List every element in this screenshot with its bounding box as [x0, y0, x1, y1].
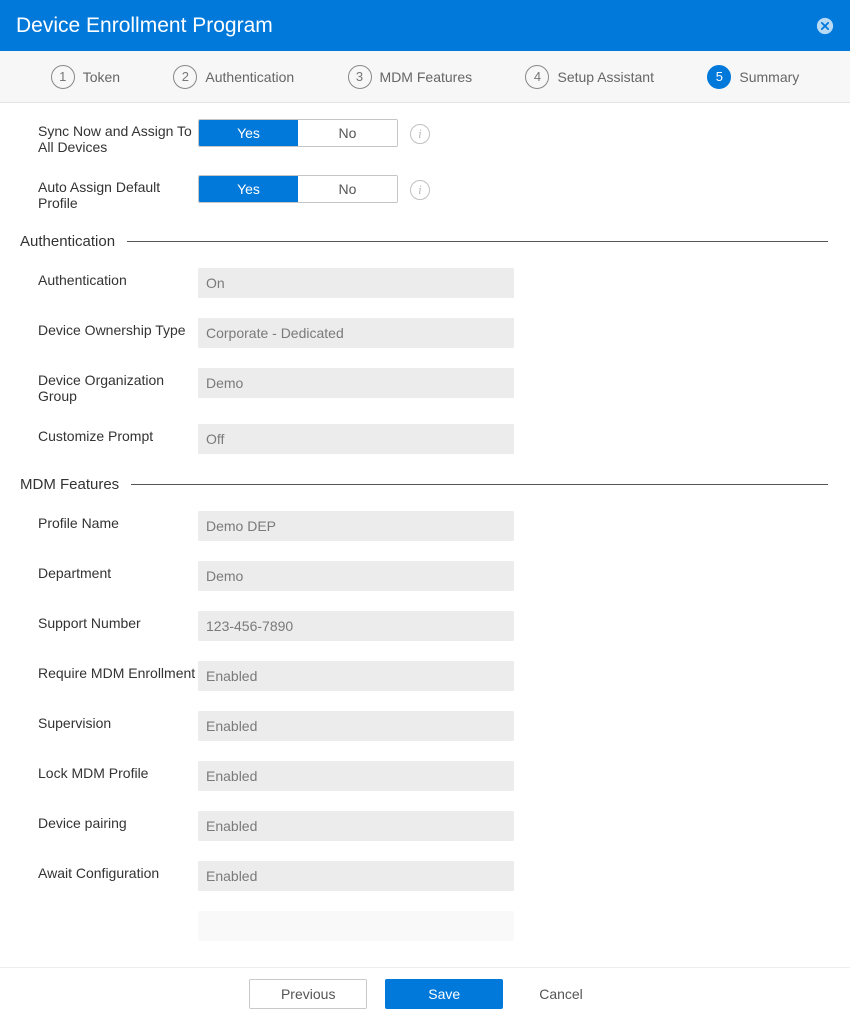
field-value: Enabled [198, 811, 514, 841]
section-line [127, 241, 828, 242]
toggle-yes[interactable]: Yes [199, 176, 298, 202]
content-scroll[interactable]: Sync Now and Assign To All Devices Yes N… [0, 103, 850, 967]
field-label: Profile Name [20, 511, 198, 531]
field-value: Off [198, 424, 514, 454]
content-wrap: Sync Now and Assign To All Devices Yes N… [0, 103, 850, 967]
row-device-ownership: Device Ownership Type Corporate - Dedica… [20, 318, 828, 348]
field-value [198, 911, 514, 941]
field-value: Enabled [198, 661, 514, 691]
step-summary[interactable]: 5 Summary [707, 65, 799, 89]
toggle-yes[interactable]: Yes [199, 120, 298, 146]
field-value: Enabled [198, 711, 514, 741]
field-value: Demo [198, 561, 514, 591]
field-value: Corporate - Dedicated [198, 318, 514, 348]
section-line [131, 484, 828, 485]
row-next-partial [20, 911, 828, 941]
row-supervision: Supervision Enabled [20, 711, 828, 741]
step-label: Token [83, 69, 120, 85]
field-value: Enabled [198, 861, 514, 891]
footer: Previous Save Cancel [0, 967, 850, 1019]
row-department: Department Demo [20, 561, 828, 591]
row-authentication: Authentication On [20, 268, 828, 298]
step-number: 2 [173, 65, 197, 89]
field-label: Device pairing [20, 811, 198, 831]
row-await-configuration: Await Configuration Enabled [20, 861, 828, 891]
field-label: Customize Prompt [20, 424, 198, 444]
field-value: 123-456-7890 [198, 611, 514, 641]
row-require-mdm: Require MDM Enrollment Enabled [20, 661, 828, 691]
info-icon[interactable]: i [410, 124, 430, 144]
step-label: Setup Assistant [557, 69, 654, 85]
field-label [20, 911, 198, 931]
row-device-org-group: Device Organization Group Demo [20, 368, 828, 404]
field-label: Require MDM Enrollment [20, 661, 198, 681]
auto-ctrl: Yes No i [198, 175, 430, 203]
step-number: 4 [525, 65, 549, 89]
step-number: 5 [707, 65, 731, 89]
sync-toggle[interactable]: Yes No [198, 119, 398, 147]
field-label: Device Ownership Type [20, 318, 198, 338]
section-authentication: Authentication [20, 233, 828, 250]
titlebar: Device Enrollment Program [0, 0, 850, 51]
row-sync-assign: Sync Now and Assign To All Devices Yes N… [20, 119, 828, 155]
sync-ctrl: Yes No i [198, 119, 430, 147]
save-button[interactable]: Save [385, 979, 503, 1009]
step-label: Authentication [205, 69, 294, 85]
step-authentication[interactable]: 2 Authentication [173, 65, 294, 89]
step-number: 1 [51, 65, 75, 89]
dep-modal: Device Enrollment Program 1 Token 2 Auth… [0, 0, 850, 1019]
toggle-no[interactable]: No [298, 176, 397, 202]
auto-label: Auto Assign Default Profile [20, 175, 198, 211]
modal-title: Device Enrollment Program [16, 14, 273, 38]
step-bar: 1 Token 2 Authentication 3 MDM Features … [0, 51, 850, 103]
step-number: 3 [348, 65, 372, 89]
row-customize-prompt: Customize Prompt Off [20, 424, 828, 454]
field-label: Support Number [20, 611, 198, 631]
step-setup-assistant[interactable]: 4 Setup Assistant [525, 65, 654, 89]
step-label: Summary [739, 69, 799, 85]
step-mdm-features[interactable]: 3 MDM Features [348, 65, 473, 89]
sync-label: Sync Now and Assign To All Devices [20, 119, 198, 155]
section-title: MDM Features [20, 476, 119, 493]
field-label: Lock MDM Profile [20, 761, 198, 781]
row-profile-name: Profile Name Demo DEP [20, 511, 828, 541]
step-token[interactable]: 1 Token [51, 65, 120, 89]
field-value: Demo DEP [198, 511, 514, 541]
info-icon[interactable]: i [410, 180, 430, 200]
previous-button[interactable]: Previous [249, 979, 367, 1009]
field-label: Await Configuration [20, 861, 198, 881]
field-label: Device Organization Group [20, 368, 198, 404]
row-support-number: Support Number 123-456-7890 [20, 611, 828, 641]
auto-toggle[interactable]: Yes No [198, 175, 398, 203]
row-auto-assign: Auto Assign Default Profile Yes No i [20, 175, 828, 211]
section-mdm-features: MDM Features [20, 476, 828, 493]
field-label: Department [20, 561, 198, 581]
field-value: Demo [198, 368, 514, 398]
section-title: Authentication [20, 233, 115, 250]
toggle-no[interactable]: No [298, 120, 397, 146]
row-lock-mdm-profile: Lock MDM Profile Enabled [20, 761, 828, 791]
field-value: On [198, 268, 514, 298]
step-label: MDM Features [380, 69, 473, 85]
close-icon[interactable] [816, 17, 834, 35]
field-label: Supervision [20, 711, 198, 731]
cancel-button[interactable]: Cancel [521, 979, 601, 1009]
row-device-pairing: Device pairing Enabled [20, 811, 828, 841]
field-value: Enabled [198, 761, 514, 791]
field-label: Authentication [20, 268, 198, 288]
